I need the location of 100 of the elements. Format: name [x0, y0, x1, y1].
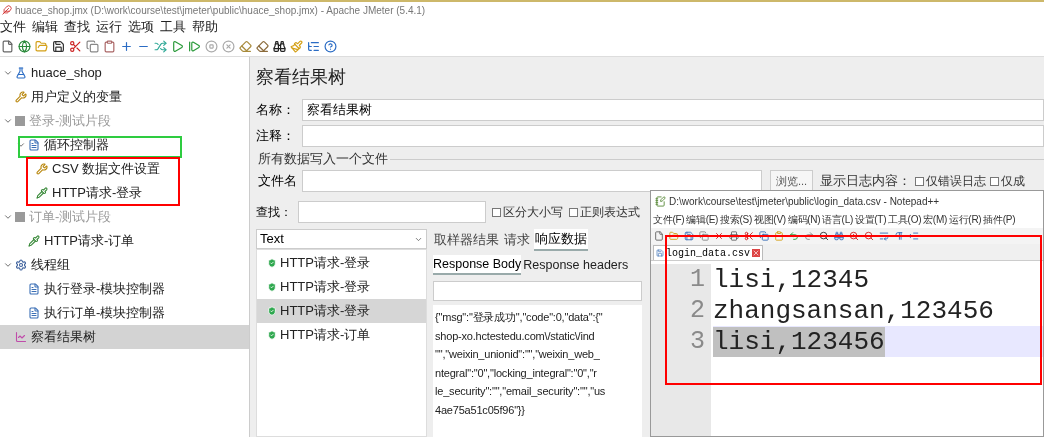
result-item[interactable]: HTTP请求-登录 [257, 251, 426, 275]
result-item[interactable]: HTTP请求-订单 [257, 323, 426, 347]
menu-item[interactable]: 视图(V) [753, 212, 786, 227]
binoculars-icon[interactable] [273, 39, 286, 53]
file-tab[interactable]: login_data.csv [653, 245, 763, 260]
response-tab[interactable]: Response headers [523, 255, 629, 275]
redo-icon[interactable] [804, 231, 814, 241]
stop-icon[interactable] [205, 39, 218, 53]
close-icon[interactable] [714, 231, 724, 241]
result-item[interactable]: HTTP请求-登录 [257, 275, 426, 299]
response-line: 4ae75a51c05f96"}} [435, 402, 526, 418]
menu-item[interactable]: 运行 [96, 17, 122, 37]
menu-item[interactable]: 设置(T) [854, 212, 887, 227]
copy-icon[interactable] [86, 39, 99, 53]
flask-icon [15, 67, 27, 79]
text-line[interactable]: lisi,12345 [713, 264, 1043, 295]
wrench-icon [15, 91, 27, 103]
line-number: 3 [689, 326, 706, 357]
plus-icon[interactable] [120, 39, 133, 53]
menu-item[interactable]: 搜索(S) [720, 212, 752, 227]
file-icon[interactable] [654, 231, 664, 241]
list-icon[interactable] [307, 39, 320, 53]
copy-icon[interactable] [699, 231, 709, 241]
line-text: lisi,123456 [713, 326, 885, 357]
play-icon[interactable] [171, 39, 184, 53]
circle-x-icon[interactable] [222, 39, 235, 53]
name-field[interactable]: 察看结果树 [302, 99, 1044, 121]
document-icon [28, 283, 40, 295]
notepad-icon [655, 195, 666, 207]
clipboard-icon[interactable] [103, 39, 116, 53]
filename-field[interactable] [302, 170, 762, 192]
menu-item[interactable]: 插件(P) [983, 212, 1016, 227]
square-icon [15, 212, 25, 222]
wrap-icon[interactable] [879, 231, 889, 241]
tree-item[interactable]: 执行登录-模块控制器 [0, 277, 249, 301]
pilcrow-icon[interactable] [894, 231, 904, 241]
feather-icon [2, 5, 12, 15]
menu-item[interactable]: 工具 [160, 17, 186, 37]
tree-item[interactable]: huace_shop [0, 61, 249, 85]
menu-item[interactable]: 运行(R) [948, 212, 982, 227]
result-item[interactable]: HTTP请求-登录 [257, 299, 426, 323]
save-icon[interactable] [52, 39, 65, 53]
folder-icon[interactable] [669, 231, 679, 241]
indent-icon[interactable] [909, 231, 919, 241]
wrench-icon [36, 163, 48, 175]
menu-item[interactable]: 文件 [0, 17, 26, 37]
search-icon[interactable] [819, 231, 829, 241]
scissors-icon[interactable] [69, 39, 82, 53]
result-tab[interactable]: 响应数据 [534, 229, 588, 251]
response-line: shop-xo.hctestedu.com\/static\/ind [435, 328, 596, 344]
step-forward-icon[interactable] [188, 39, 201, 53]
window-title: D:\work\course\test\jmeter\public\login_data.csv - Notepad++ [669, 194, 940, 209]
zoom-in-icon[interactable] [849, 231, 859, 241]
scissors-icon[interactable] [744, 231, 754, 241]
close-icon[interactable] [752, 249, 760, 257]
printer-icon[interactable] [729, 231, 739, 241]
menu-item[interactable]: 查找 [64, 17, 90, 37]
clipboard-icon[interactable] [774, 231, 784, 241]
menu-item[interactable]: 文件(F) [653, 212, 685, 227]
browse-button[interactable]: 浏览... [770, 170, 814, 192]
menu-item[interactable]: 帮助 [192, 17, 218, 37]
response-line: {"msg":"登录成功","code":0,"data":{" [435, 310, 604, 325]
menu-item[interactable]: 语言(L) [822, 212, 853, 227]
tree-item[interactable]: 用户定义的变量 [0, 85, 249, 109]
checkbox[interactable]: 区分大小写 [492, 203, 563, 221]
tree-item[interactable]: 察看结果树 [0, 325, 249, 349]
zoom-out-icon[interactable] [864, 231, 874, 241]
shuffle-icon[interactable] [154, 39, 167, 53]
panel-title: 察看结果树 [256, 65, 346, 89]
menu-item[interactable]: 编辑 [32, 17, 58, 37]
checkbox[interactable]: 正则表达式 [569, 203, 640, 221]
search-field[interactable] [298, 201, 486, 223]
globe-icon[interactable] [18, 39, 31, 53]
menu-item[interactable]: 宏(M) [923, 212, 947, 227]
undo-icon[interactable] [789, 231, 799, 241]
result-tab[interactable]: 取样器结果 [433, 230, 500, 250]
menu-item[interactable]: 选项 [128, 17, 154, 37]
field-label: 注释： [256, 127, 296, 146]
checkbox[interactable]: 仅错误日志 [915, 172, 987, 190]
menu-item[interactable]: 编码(N) [787, 212, 821, 227]
field-label: 查找： [256, 204, 292, 221]
document-icon [28, 307, 40, 319]
response-search-field[interactable] [433, 281, 642, 301]
copy-icon[interactable] [759, 231, 769, 241]
pipette-icon [36, 187, 48, 199]
file-icon[interactable] [1, 39, 14, 53]
checkbox[interactable]: 仅成 [990, 172, 1026, 190]
menu-item[interactable]: 编辑(E) [686, 212, 719, 227]
window-title: huace_shop.jmx (D:\work\course\test\jmeter\public\huace_shop.jmx) - Apache JMeter (5.4.1) [15, 3, 426, 18]
renderer-dropdown[interactable]: Text [256, 229, 427, 249]
help-icon[interactable] [324, 39, 337, 53]
comment-field[interactable] [302, 125, 1044, 147]
tree-item[interactable]: 执行订单-模块控制器 [0, 301, 249, 325]
log-label: 显示日志内容： [820, 172, 912, 191]
result-tab[interactable]: 请求 [503, 230, 531, 250]
tree-item[interactable]: 线程组 [0, 253, 249, 277]
response-line: ntegral":"0","locking_integral":"0","r [435, 365, 598, 381]
response-tab[interactable]: Response Body [433, 254, 522, 276]
menu-item[interactable]: 工具(O) [888, 212, 922, 227]
field-label: 文件名 [258, 172, 298, 191]
